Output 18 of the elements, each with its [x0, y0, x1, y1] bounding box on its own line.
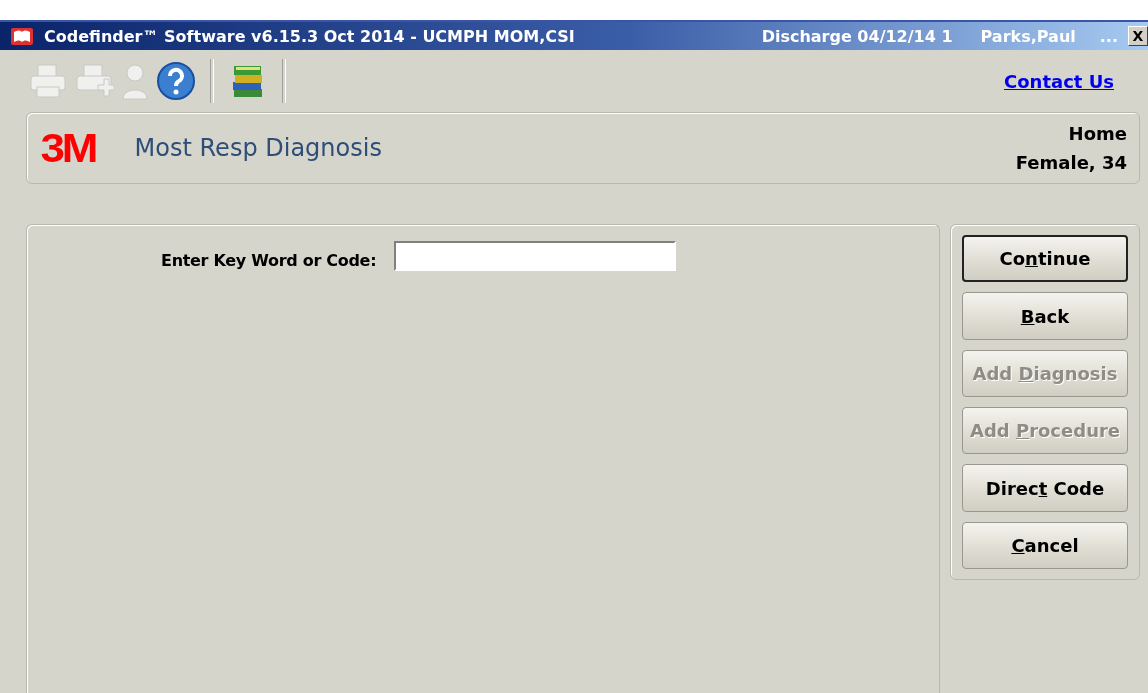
patient-demographics: Female, 34 [1015, 152, 1127, 173]
patient-name: Parks,Paul [980, 26, 1076, 46]
help-icon[interactable] [156, 61, 196, 101]
action-button[interactable]: Back [962, 292, 1128, 340]
overflow-ellipsis: ... [1099, 26, 1118, 46]
contact-us-link[interactable]: Contact Us [1004, 70, 1114, 92]
action-button[interactable]: Cancel [962, 521, 1128, 569]
close-button[interactable]: X [1128, 26, 1148, 46]
keyword-input[interactable] [394, 241, 677, 271]
discharge-date: Discharge 04/12/14 1 [761, 26, 953, 46]
action-button[interactable]: Direct Code [962, 464, 1128, 512]
logo: 3M [40, 125, 96, 171]
book-icon [10, 26, 34, 46]
page-title: Most Resp Diagnosis [134, 134, 382, 162]
location-text: Home [1068, 123, 1127, 144]
window-title: Codefinder™ Software v6.15.3 Oct 2014 - UCMPH MOM,CSI [44, 26, 575, 46]
field-label: Enter Key Word or Code: [161, 251, 377, 270]
action-button[interactable]: Continue [962, 235, 1128, 283]
